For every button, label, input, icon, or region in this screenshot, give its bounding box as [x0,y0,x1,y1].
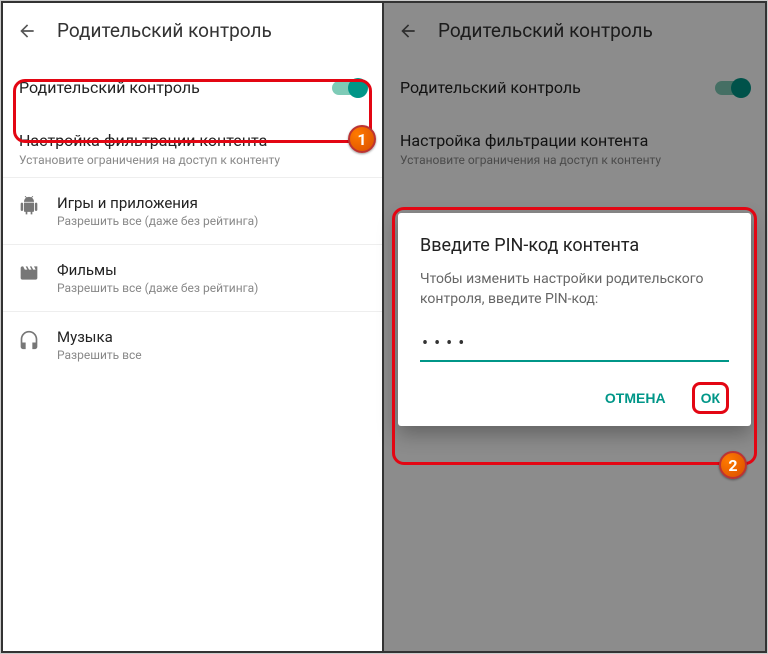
toggle-switch-on[interactable] [715,81,749,95]
section-subtitle: Установите ограничения на доступ к конте… [19,153,366,167]
pin-input[interactable]: •••• [420,327,729,362]
item-title: Игры и приложения [57,194,258,212]
back-arrow-icon[interactable] [398,21,418,41]
toggle-label: Родительский контроль [400,78,581,97]
item-subtitle: Разрешить все (даже без рейтинга) [57,281,258,295]
app-header: Родительский контроль [3,3,382,58]
app-header: Родительский контроль [384,3,765,58]
ok-button[interactable]: ОК [692,382,729,414]
parental-control-toggle-row[interactable]: Родительский контроль [3,58,382,117]
back-arrow-icon[interactable] [17,21,37,41]
settings-screen: Родительский контроль Родительский контр… [1,1,384,653]
cancel-button[interactable]: ОТМЕНА [597,382,674,414]
page-title: Родительский контроль [438,19,653,42]
section-title: Настройка фильтрации контента [400,131,749,150]
item-subtitle: Разрешить все [57,348,142,362]
dialog-body: Чтобы изменить настройки родительского к… [420,270,729,309]
toggle-label: Родительский контроль [19,78,200,97]
android-icon [19,196,39,216]
item-title: Музыка [57,328,142,346]
parental-control-toggle-row[interactable]: Родительский контроль [384,58,765,117]
pin-dialog: Введите PIN-код контента Чтобы изменить … [398,213,751,426]
list-item-films[interactable]: Фильмы Разрешить все (даже без рейтинга) [3,245,382,312]
list-item-music[interactable]: Музыка Разрешить все [3,312,382,378]
page-title: Родительский контроль [57,19,272,42]
headphones-icon [19,330,39,350]
movie-icon [19,263,39,283]
list-item-games[interactable]: Игры и приложения Разрешить все (даже бе… [3,178,382,245]
item-subtitle: Разрешить все (даже без рейтинга) [57,214,258,228]
filter-section-header: Настройка фильтрации контента Установите… [3,117,382,177]
dialog-title: Введите PIN-код контента [420,235,729,256]
annotation-badge-1: 1 [348,125,376,153]
toggle-switch-on[interactable] [332,81,366,95]
annotation-badge-2: 2 [719,451,747,479]
item-title: Фильмы [57,261,258,279]
section-subtitle: Установите ограничения на доступ к конте… [400,153,749,167]
section-title: Настройка фильтрации контента [19,131,366,150]
settings-screen-with-dialog: Родительский контроль Родительский контр… [384,1,767,653]
dialog-actions: ОТМЕНА ОК [420,382,729,414]
filter-section-header: Настройка фильтрации контента Установите… [384,117,765,177]
